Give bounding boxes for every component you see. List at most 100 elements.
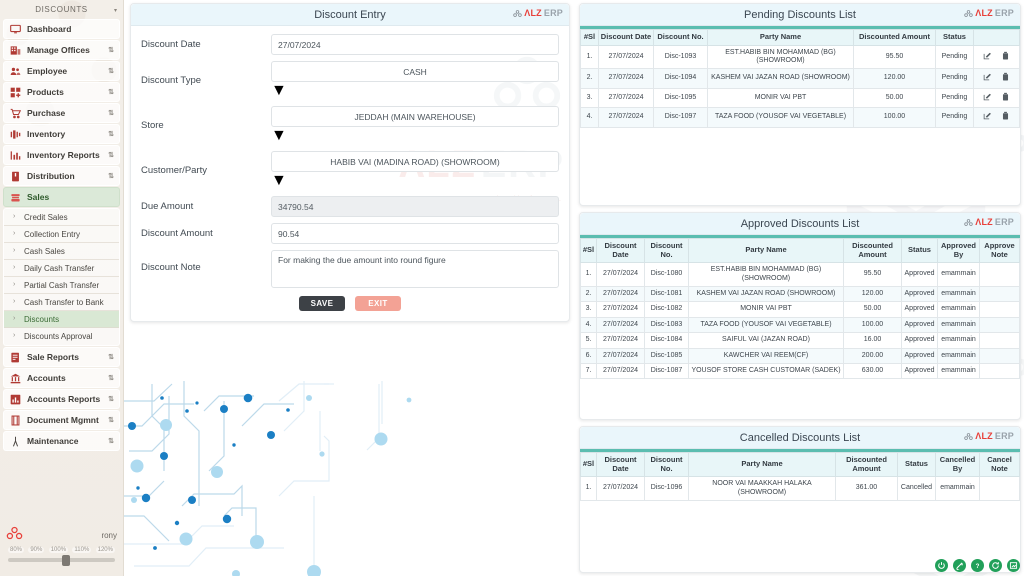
discount-note-textarea[interactable]: For making the due amount into round fig… [271,250,559,288]
expand-toggle-icon[interactable]: ⇅ [108,130,114,138]
chevron-down-icon[interactable]: ▼ [271,172,287,189]
sidebar-subitem-discounts-approval[interactable]: › Discounts Approval [4,328,119,345]
trash-icon[interactable] [1001,51,1010,63]
sidebar-item-inventory-reports[interactable]: Inventory Reports ⇅ [3,145,120,165]
expand-toggle-icon[interactable]: ⇅ [108,151,114,159]
col-status: Status [897,451,936,478]
sidebar-item-purchase[interactable]: Purchase ⇅ [3,103,120,123]
table-row[interactable]: 4. 27/07/2024 Disc-1097 TAZA FOOD (YOUSO… [580,107,1020,128]
expand-toggle-icon[interactable]: ⇅ [108,88,114,96]
sidebar-item-accounts-reports[interactable]: Accounts Reports ⇅ [3,389,120,409]
chevron-down-icon[interactable]: ▼ [271,127,287,144]
cell-approved-by: emammain [937,301,980,318]
cell-status: Approved [901,262,938,288]
cell-approve-note [979,347,1020,364]
exit-button[interactable]: EXIT [355,296,401,311]
sidebar-item-manage-offices[interactable]: Manage Offices ⇅ [3,40,120,60]
sidebar-item-employee[interactable]: Employee ⇅ [3,61,120,81]
sidebar-item-sale-reports[interactable]: Sale Reports ⇅ [3,347,120,367]
trash-icon[interactable] [1001,92,1010,104]
discount-amount-input[interactable]: 90.54 [271,223,559,244]
trash-icon[interactable] [1001,111,1010,123]
link-icon[interactable] [953,559,966,572]
expand-toggle-icon[interactable]: ⇅ [108,395,114,403]
bullet-icon: › [13,332,16,339]
sidebar-item-distribution[interactable]: Distribution ⇅ [3,166,120,186]
save-button[interactable]: SAVE [299,296,345,311]
sidebar-subitem-cash-sales[interactable]: › Cash Sales [4,243,119,260]
bullet-icon: › [13,315,16,322]
table-row[interactable]: 7. 27/07/2024 Disc-1087 YOUSOF STORE CAS… [580,362,1020,380]
edit-icon[interactable] [983,92,992,104]
help-icon[interactable]: ? [971,559,984,572]
zoom-slider-thumb[interactable] [62,555,70,566]
sidebar-subitem-collection-entry[interactable]: › Collection Entry [4,226,119,243]
sidebar-item-accounts[interactable]: Accounts ⇅ [3,368,120,388]
expand-toggle-icon[interactable]: ⇅ [108,374,114,382]
sidebar-footer: rony 80% 90% 100% 110% 120% [0,522,123,576]
expand-toggle-icon[interactable]: ⇅ [108,437,114,445]
discount-type-select[interactable]: CASH [271,61,559,82]
sidebar-item-document-mgmnt[interactable]: Document Mgmnt ⇅ [3,410,120,430]
cell-status: Pending [935,44,974,70]
cell-amount: 200.00 [843,347,902,364]
table-row[interactable]: 2. 27/07/2024 Disc-1094 KASHEM VAI JAZAN… [580,68,1020,89]
edit-icon[interactable] [983,111,992,123]
col-cancelled-by: Cancelled By [935,451,980,478]
expand-icon[interactable] [1007,559,1020,572]
expand-toggle-icon[interactable]: ⇅ [108,46,114,54]
sidebar-subitem-cash-transfer-to-bank[interactable]: › Cash Transfer to Bank [4,294,119,311]
table-row[interactable]: 1. 27/07/2024 Disc-1093 EST.HABIB BIN MO… [580,44,1020,70]
sidebar-item-maintenance[interactable]: Maintenance ⇅ [3,431,120,451]
expand-toggle-icon[interactable]: ⇅ [108,416,114,424]
discount-type-label: Discount Type [141,75,202,86]
cell-no: Disc-1095 [653,87,708,109]
sidebar-subitem-credit-sales[interactable]: › Credit Sales [4,209,119,226]
sidebar-subitem-partial-cash-transfer[interactable]: › Partial Cash Transfer [4,277,119,294]
cell-date: 27/07/2024 [598,68,654,89]
cell-no: Disc-1080 [644,262,689,288]
trash-icon[interactable] [1001,72,1010,84]
table-row[interactable]: 5. 27/07/2024 Disc-1084 SAIFUL VAI (JAZA… [580,332,1020,349]
field-discount-type: Discount Type CASH ▼ [141,61,559,100]
expand-toggle-icon[interactable]: ⇅ [108,67,114,75]
table-row[interactable]: 6. 27/07/2024 Disc-1085 KAWCHER VAI REEM… [580,347,1020,364]
table-row[interactable]: 1. 27/07/2024 Disc-1096 NOOR VAI MAAKKAH… [580,476,1020,502]
power-icon[interactable] [935,559,948,572]
expand-toggle-icon[interactable]: ⇅ [108,353,114,361]
discount-date-input[interactable]: 27/07/2024 [271,34,559,55]
table-header-row: #Sl Discount Date Discount No. Party Nam… [580,29,1020,46]
sidebar-item-sales[interactable]: Sales [3,187,120,207]
col-sl: #Sl [580,29,599,46]
edit-icon[interactable] [983,51,992,63]
table-row[interactable]: 2. 27/07/2024 Disc-1081 KASHEM VAI JAZAN… [580,286,1020,303]
store-select[interactable]: JEDDAH (MAIN WAREHOUSE) [271,106,559,127]
sidebar-item-inventory[interactable]: Inventory ⇅ [3,124,120,144]
pending-discounts-panel: Pending Discounts List ΛLZ ERP #Sl Disco… [579,3,1021,206]
edit-icon[interactable] [983,72,992,84]
cell-no: Disc-1081 [644,286,689,303]
refresh-icon[interactable] [989,559,1002,572]
cell-party: MONIR VAI PBT [707,87,854,109]
cell-sl: 7. [580,362,597,380]
expand-toggle-icon[interactable]: ⇅ [108,109,114,117]
chevron-down-icon[interactable]: ▼ [271,82,287,99]
table-row[interactable]: 3. 27/07/2024 Disc-1082 MONIR VAI PBT 50… [580,301,1020,318]
zoom-slider[interactable] [6,555,117,566]
expand-toggle-icon[interactable]: ⇅ [108,172,114,180]
sidebar-subitem-daily-cash-transfer[interactable]: › Daily Cash Transfer [4,260,119,277]
cell-status: Cancelled [897,476,936,502]
alzerp-mark-icon [964,218,973,227]
sidebar-item-products[interactable]: Products ⇅ [3,82,120,102]
sidebar-item-dashboard[interactable]: Dashboard [3,19,120,39]
sidebar-subitem-discounts[interactable]: › Discounts [4,311,119,328]
cell-date: 27/07/2024 [596,347,645,364]
customer-party-select[interactable]: HABIB VAI (MADINA ROAD) (SHOWROOM) [271,151,559,172]
table-row[interactable]: 1. 27/07/2024 Disc-1080 EST.HABIB BIN MO… [580,262,1020,288]
cell-sl: 6. [580,347,597,364]
cell-actions [973,44,1020,70]
table-row[interactable]: 4. 27/07/2024 Disc-1083 TAZA FOOD (YOUSO… [580,316,1020,334]
table-row[interactable]: 3. 27/07/2024 Disc-1095 MONIR VAI PBT 50… [580,87,1020,109]
floating-action-bar: ? [935,559,1020,572]
chevron-down-icon[interactable]: ▾ [114,7,117,14]
